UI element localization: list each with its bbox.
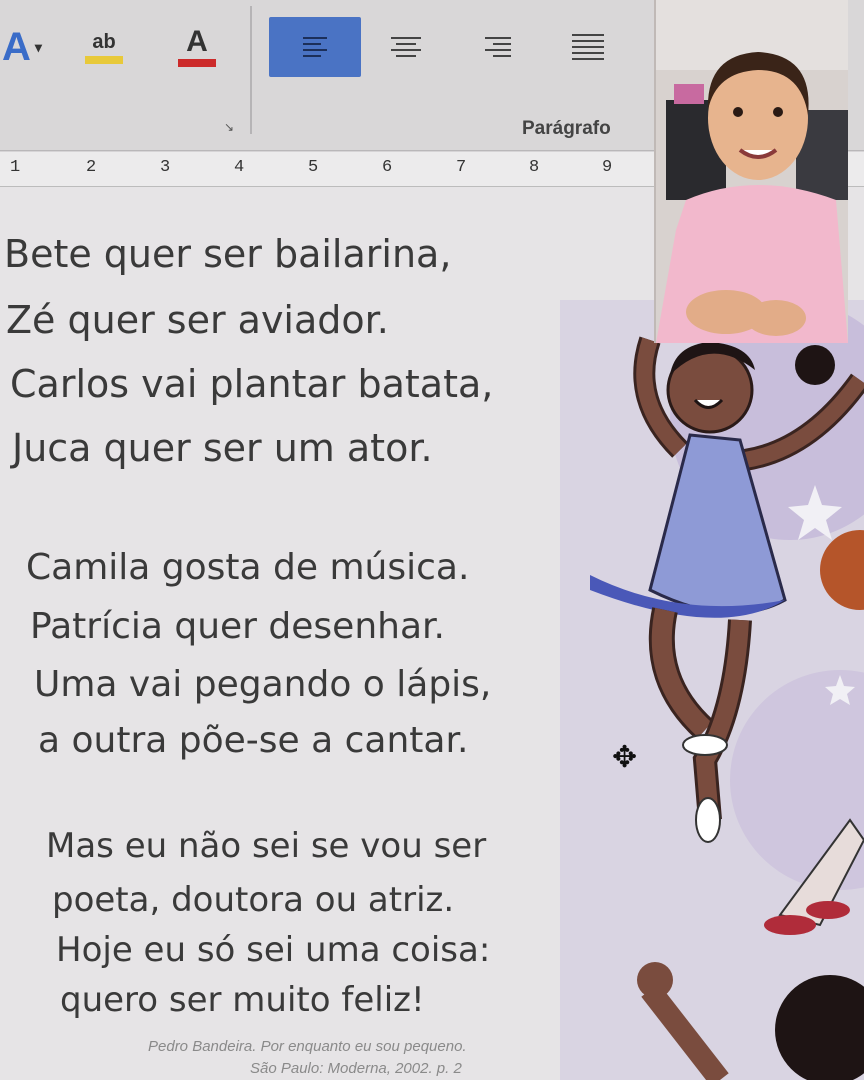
ribbon-separator [250, 6, 252, 134]
poem-credit-source: São Paulo: Moderna, 2002. p. 2 [250, 1060, 462, 1077]
align-right-button[interactable] [452, 17, 544, 77]
poem-line: quero ser muito feliz! [60, 980, 425, 1020]
text-color-icon: A [186, 25, 208, 58]
text-color-button[interactable]: A [168, 18, 226, 76]
poem-line: Carlos vai plantar batata, [10, 362, 494, 406]
highlight-button[interactable]: ab [78, 18, 130, 76]
font-color-button[interactable]: A ▾ [0, 18, 44, 76]
highlight-color-bar [85, 55, 123, 64]
poem-line: Mas eu não sei se vou ser [46, 826, 487, 866]
webcam-overlay [654, 0, 848, 343]
poem-line: Camila gosta de música. [26, 547, 470, 588]
paragraph-group-label: Parágrafo [522, 118, 611, 139]
poem-line: Juca quer ser um ator. [12, 426, 433, 470]
align-right-icon [485, 37, 511, 57]
ruler-tick: 2 [86, 158, 97, 177]
highlight-icon: ab [92, 30, 116, 53]
ruler-tick: 4 [234, 158, 245, 177]
align-left-icon [303, 37, 327, 57]
poem-line: a outra põe-se a cantar. [38, 720, 469, 761]
align-center-icon [391, 37, 421, 57]
poem-line: Bete quer ser bailarina, [4, 232, 452, 276]
ruler-tick: 1 [10, 158, 21, 177]
align-left-button[interactable] [269, 17, 361, 77]
align-center-button[interactable] [360, 17, 452, 77]
webcam-video [656, 0, 848, 343]
text-color-bar [178, 59, 216, 67]
ruler-tick: 9 [602, 158, 613, 177]
poem-line: Patrícia quer desenhar. [30, 606, 445, 647]
move-cursor-icon: ✥ [612, 741, 638, 774]
ruler-tick: 5 [308, 158, 319, 177]
poem-line: Zé quer ser aviador. [6, 298, 389, 342]
justify-icon [572, 34, 604, 60]
poem-line: poeta, doutora ou atriz. [52, 880, 455, 920]
ruler-tick: 3 [160, 158, 171, 177]
ruler-tick: 7 [456, 158, 467, 177]
justify-button[interactable] [542, 17, 634, 77]
girl-dancing-illustration [560, 300, 864, 1080]
poem-credit: Pedro Bandeira. Por enquanto eu sou pequ… [148, 1038, 467, 1055]
ruler-tick: 6 [382, 158, 393, 177]
ruler-tick: 8 [529, 158, 540, 177]
font-color-icon: A [2, 24, 31, 69]
poem-line: Hoje eu só sei uma coisa: [56, 930, 491, 970]
poem-line: Uma vai pegando o lápis, [34, 664, 492, 705]
paragraph-launcher-icon[interactable]: ↘ [224, 120, 238, 134]
chevron-down-icon[interactable]: ▾ [35, 39, 42, 56]
